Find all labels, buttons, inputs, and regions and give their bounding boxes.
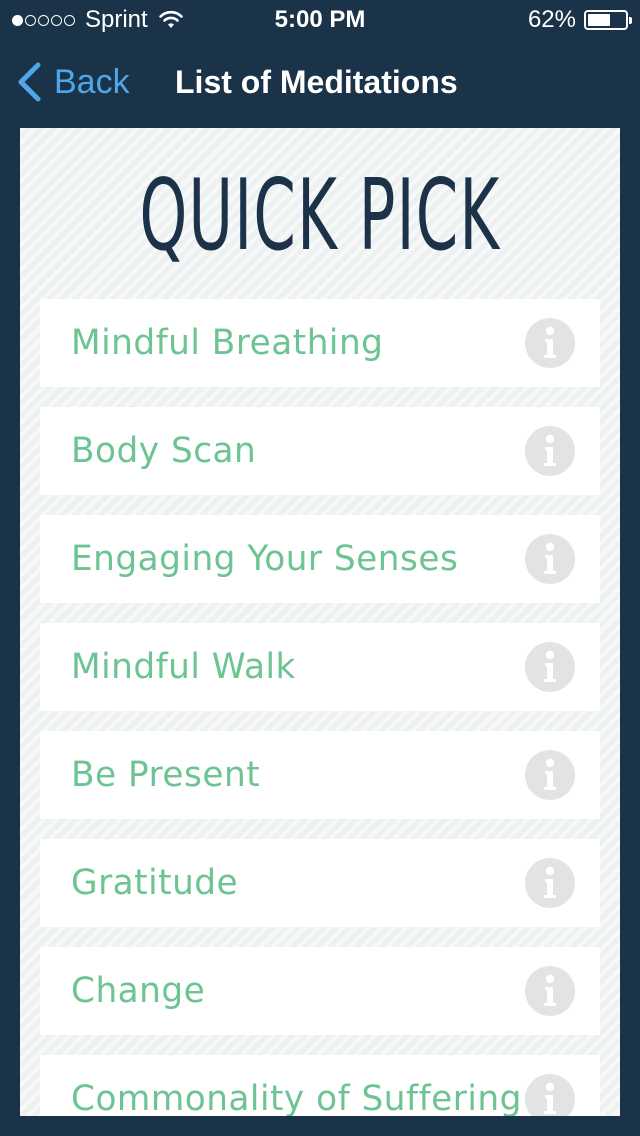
info-icon[interactable] (525, 750, 575, 800)
meditation-label: Engaging Your Senses (71, 539, 459, 579)
info-icon[interactable] (525, 426, 575, 476)
meditation-label: Mindful Walk (71, 647, 296, 687)
meditation-list-item[interactable]: Change (40, 947, 600, 1035)
back-label: Back (54, 62, 130, 101)
battery-percent: 62% (527, 6, 576, 33)
info-icon[interactable] (525, 642, 575, 692)
screen: Sprint 5:00 PM 62% Back List of Meditati… (0, 0, 640, 1136)
info-icon[interactable] (525, 858, 575, 908)
meditation-list-item[interactable]: Gratitude (40, 839, 600, 927)
chevron-left-icon (18, 62, 41, 102)
info-icon[interactable] (525, 318, 575, 368)
meditation-list-item[interactable]: Commonality of Suffering (40, 1055, 600, 1116)
info-icon[interactable] (525, 966, 575, 1016)
meditation-label: Change (71, 971, 206, 1011)
info-icon[interactable] (525, 534, 575, 584)
meditation-list: Mindful Breathing Body Scan Engaging You… (40, 299, 600, 1116)
status-right: 62% (527, 6, 632, 34)
battery-tip (629, 17, 632, 24)
meditation-label: Body Scan (71, 431, 257, 471)
meditation-list-item[interactable]: Engaging Your Senses (40, 515, 600, 603)
meditation-list-item[interactable]: Mindful Breathing (40, 299, 600, 387)
meditation-list-item[interactable]: Be Present (40, 731, 600, 819)
section-title: QUICK PICK (139, 159, 501, 273)
meditation-label: Commonality of Suffering (71, 1079, 522, 1116)
page-title: List of Meditations (175, 64, 458, 100)
meditation-label: Be Present (71, 755, 261, 795)
battery-icon (584, 10, 632, 30)
meditation-label: Gratitude (71, 863, 239, 903)
back-button[interactable]: Back (16, 62, 130, 102)
info-icon[interactable] (525, 1074, 575, 1116)
meditation-list-item[interactable]: Mindful Walk (40, 623, 600, 711)
battery-fill (588, 14, 610, 26)
meditation-label: Mindful Breathing (71, 323, 384, 363)
meditation-panel[interactable]: QUICK PICK Mindful Breathing Body Scan E… (20, 128, 620, 1116)
meditation-list-item[interactable]: Body Scan (40, 407, 600, 495)
status-bar: Sprint 5:00 PM 62% (0, 0, 640, 40)
navigation-bar: Back List of Meditations (0, 40, 640, 128)
